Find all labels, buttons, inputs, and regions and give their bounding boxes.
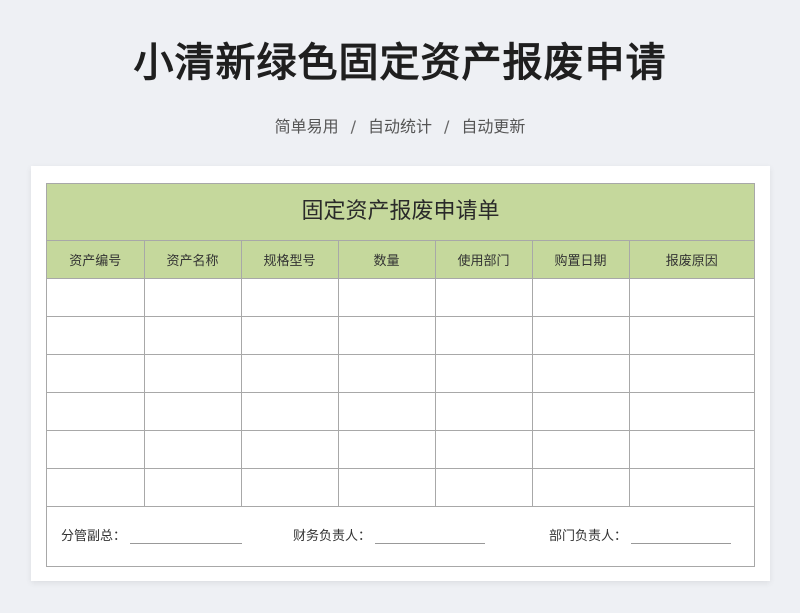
- signature-dept-label: 部门负责人：: [549, 529, 628, 544]
- table-cell[interactable]: [337, 430, 436, 469]
- page-subtitle: 简单易用 / 自动统计 / 自动更新: [0, 113, 800, 137]
- signature-dept-line[interactable]: [631, 529, 732, 544]
- signature-dept: 部门负责人：: [549, 525, 732, 544]
- signature-finance: 财务负责人：: [293, 525, 486, 544]
- col-purchase-date: 购置日期: [531, 241, 630, 279]
- table-cell[interactable]: [143, 354, 242, 393]
- page-title: 小清新绿色固定资产报废申请: [133, 40, 667, 86]
- table-cell[interactable]: [628, 354, 754, 393]
- col-asset-name: 资产名称: [143, 241, 242, 279]
- subtitle-auto-update: 自动更新: [461, 117, 526, 136]
- signature-area: 分管副总： 财务负责人： 部门负责人：: [47, 488, 754, 566]
- form-card: 固定资产报废申请单 资产编号 资产名称 规格型号 数量 使用部门 购置日期 报废…: [31, 166, 770, 581]
- signature-vp: 分管副总：: [61, 525, 243, 544]
- table-cell[interactable]: [143, 278, 242, 317]
- table-cell[interactable]: [337, 392, 436, 431]
- col-department: 使用部门: [434, 241, 533, 279]
- table-row: [47, 392, 754, 431]
- table-row: [47, 354, 754, 393]
- asset-table: 资产编号 资产名称 规格型号 数量 使用部门 购置日期 报废原因: [47, 241, 754, 507]
- form-sheet: 固定资产报废申请单 资产编号 资产名称 规格型号 数量 使用部门 购置日期 报废…: [46, 183, 755, 567]
- table-body: [47, 278, 754, 507]
- table-cell[interactable]: [47, 278, 145, 317]
- table-cell[interactable]: [434, 354, 533, 393]
- table-cell[interactable]: [434, 392, 533, 431]
- table-cell[interactable]: [240, 354, 339, 393]
- table-cell[interactable]: [143, 316, 242, 355]
- table-cell[interactable]: [628, 316, 754, 355]
- table-cell[interactable]: [434, 430, 533, 469]
- table-row: [47, 316, 754, 355]
- table-cell[interactable]: [143, 392, 242, 431]
- table-cell[interactable]: [531, 354, 630, 393]
- form-title: 固定资产报废申请单: [47, 184, 754, 241]
- table-cell[interactable]: [47, 316, 145, 355]
- signature-finance-label: 财务负责人：: [293, 529, 372, 544]
- table-cell[interactable]: [434, 278, 533, 317]
- table-header-row: 资产编号 资产名称 规格型号 数量 使用部门 购置日期 报废原因: [47, 241, 754, 279]
- table-row: [47, 430, 754, 469]
- signature-vp-label: 分管副总：: [61, 529, 127, 544]
- table-cell[interactable]: [628, 430, 754, 469]
- subtitle-separator: /: [444, 117, 450, 136]
- subtitle-easy: 简单易用: [274, 117, 339, 136]
- table-cell[interactable]: [628, 278, 754, 317]
- table-cell[interactable]: [531, 316, 630, 355]
- table-cell[interactable]: [240, 392, 339, 431]
- col-spec-model: 规格型号: [240, 241, 339, 279]
- table-cell[interactable]: [531, 430, 630, 469]
- table-cell[interactable]: [240, 278, 339, 317]
- table-cell[interactable]: [240, 316, 339, 355]
- table-cell[interactable]: [47, 354, 145, 393]
- table-cell[interactable]: [628, 392, 754, 431]
- signature-finance-line[interactable]: [375, 529, 486, 544]
- table-row: [47, 278, 754, 317]
- table-cell[interactable]: [337, 278, 436, 317]
- table-cell[interactable]: [143, 430, 242, 469]
- subtitle-separator: /: [350, 117, 356, 136]
- col-scrap-reason: 报废原因: [628, 241, 754, 279]
- col-quantity: 数量: [337, 241, 436, 279]
- signature-vp-line[interactable]: [130, 529, 243, 544]
- table-cell[interactable]: [434, 316, 533, 355]
- table-cell[interactable]: [337, 316, 436, 355]
- subtitle-auto-stats: 自动统计: [367, 117, 432, 136]
- table-cell[interactable]: [47, 392, 145, 431]
- table-cell[interactable]: [337, 354, 436, 393]
- table-cell[interactable]: [531, 392, 630, 431]
- table-cell[interactable]: [531, 278, 630, 317]
- col-asset-id: 资产编号: [47, 241, 145, 279]
- table-cell[interactable]: [47, 430, 145, 469]
- table-cell[interactable]: [240, 430, 339, 469]
